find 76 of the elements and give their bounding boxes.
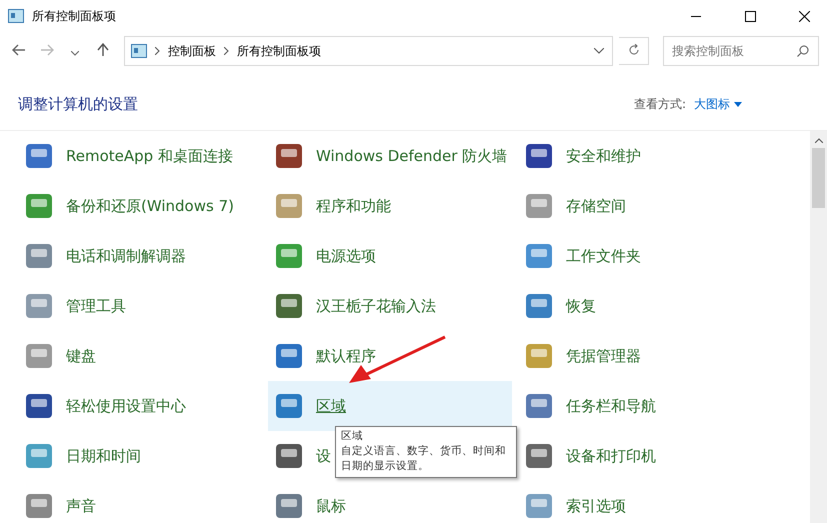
control-panel-item[interactable]: 任务栏和导航 (518, 381, 660, 431)
chevron-icon (155, 47, 160, 55)
control-panel-icon (526, 244, 552, 268)
control-panel-icon (26, 244, 52, 268)
up-arrow-icon (97, 42, 109, 56)
control-panel-icon (526, 494, 552, 518)
control-panel-item[interactable]: 备份和还原(Windows 7) (18, 181, 238, 231)
close-icon (798, 10, 810, 22)
control-panel-icon (131, 44, 147, 58)
control-panel-icon (526, 144, 552, 168)
control-panel-item[interactable]: 鼠标 (268, 481, 350, 523)
caret-icon (734, 102, 742, 106)
control-panel-item[interactable]: 日期和时间 (18, 431, 145, 481)
control-panel-item[interactable]: 管理工具 (18, 281, 130, 331)
control-panel-item[interactable]: 区域 (268, 381, 512, 431)
control-panel-item[interactable]: 轻松使用设置中心 (18, 381, 190, 431)
control-panel-icon (26, 194, 52, 218)
maximize-icon (744, 10, 756, 22)
control-panel-item[interactable]: Windows Defender 防火墙 (268, 131, 512, 181)
control-panel-icon (26, 294, 52, 318)
control-panel-icon (276, 244, 302, 268)
control-panel-item[interactable]: 安全和维护 (518, 131, 645, 181)
control-panel-icon (276, 494, 302, 518)
control-panel-item[interactable]: 工作文件夹 (518, 231, 645, 281)
refresh-icon (628, 44, 640, 56)
control-panel-item[interactable]: 电话和调制解调器 (18, 231, 190, 281)
control-panel-icon (26, 144, 52, 168)
control-panel-icon (526, 194, 552, 218)
control-panel-icon (8, 9, 24, 23)
page-heading: 调整计算机的设置 (18, 94, 139, 114)
refresh-button[interactable] (619, 37, 649, 65)
control-panel-item[interactable]: 键盘 (18, 331, 100, 381)
control-panel-item[interactable]: 索引选项 (518, 481, 630, 523)
control-panel-icon (26, 494, 52, 518)
forward-arrow-icon (40, 44, 54, 56)
control-panel-item[interactable]: RemoteApp 和桌面连接 (18, 131, 237, 181)
control-panel-item[interactable]: 凭据管理器 (518, 331, 645, 381)
breadcrumb[interactable]: 控制面板 (168, 42, 216, 60)
control-panel-item[interactable]: 声音 (18, 481, 100, 523)
control-panel-icon (276, 394, 302, 418)
control-panel-item[interactable]: 电源选项 (268, 231, 380, 281)
control-panel-icon (526, 294, 552, 318)
dropdown-icon[interactable] (594, 48, 604, 54)
control-panel-icon (276, 344, 302, 368)
chevron-down-icon (71, 51, 79, 56)
control-panel-icon (26, 344, 52, 368)
control-panel-item[interactable]: 恢复 (518, 281, 600, 331)
control-panel-icon (26, 394, 52, 418)
chevron-up-icon (814, 138, 822, 142)
control-panel-item[interactable]: 存储空间 (518, 181, 630, 231)
control-panel-icon (526, 344, 552, 368)
tooltip-title: 区域 (341, 429, 364, 444)
scrollbar[interactable] (810, 131, 827, 523)
control-panel-item[interactable]: 设 (268, 431, 335, 481)
control-panel-icon (526, 394, 552, 418)
control-panel-icon (276, 444, 302, 468)
tooltip-text: 自定义语言、数字、货币、时间和日期的显示设置。 (341, 444, 507, 474)
search-icon (797, 45, 809, 57)
view-mode-dropdown[interactable]: 大图标 (694, 96, 742, 112)
scroll-thumb[interactable] (812, 148, 825, 208)
control-panel-icon (26, 444, 52, 468)
control-panel-icon (276, 144, 302, 168)
control-panel-icon (526, 444, 552, 468)
control-panel-item[interactable]: 汉王栀子花输入法 (268, 281, 440, 331)
control-panel-icon (276, 294, 302, 318)
search-field[interactable]: 搜索控制面板 (663, 36, 819, 66)
control-panel-item[interactable]: 设备和打印机 (518, 431, 660, 481)
control-panel-item[interactable]: 程序和功能 (268, 181, 395, 231)
window-title: 所有控制面板项 (32, 8, 117, 24)
chevron-icon (224, 47, 229, 55)
address-bar[interactable]: 控制面板 所有控制面板项 (124, 36, 613, 66)
back-arrow-icon (12, 44, 26, 56)
control-panel-item[interactable]: 默认程序 (268, 331, 380, 381)
view-by-label: 查看方式: (634, 96, 686, 112)
control-panel-icon (276, 194, 302, 218)
breadcrumb[interactable]: 所有控制面板项 (237, 42, 321, 60)
